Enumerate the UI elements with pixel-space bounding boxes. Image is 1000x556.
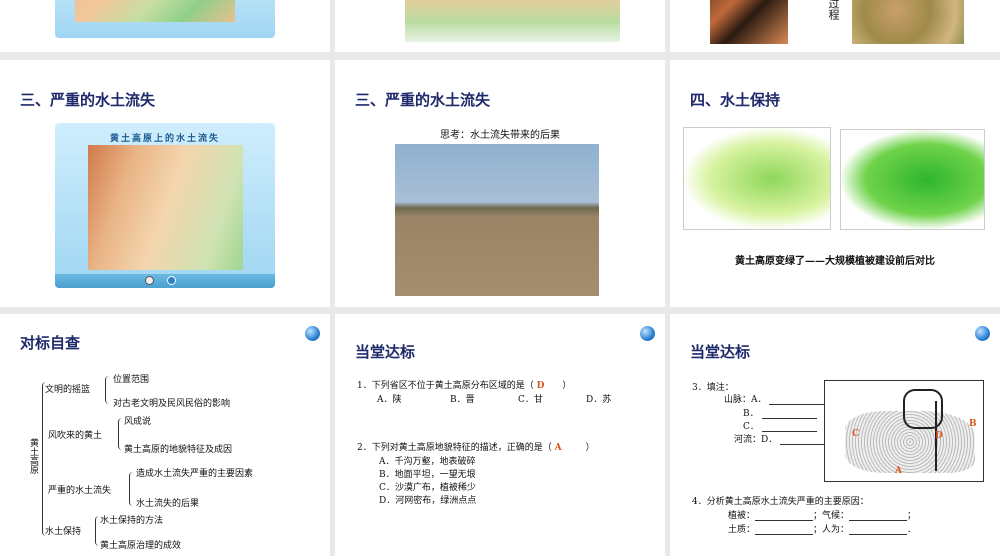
branch-item: 黄土高原治理的成效 [100,541,182,551]
branch-item: 黄土高原的地貌特征及成因 [124,445,233,455]
branch-1: 文明的摇篮 [45,385,91,395]
comparison-caption: 黄土高原变绿了——大规模植被建设前后对比 [735,256,935,267]
next-button[interactable] [167,276,176,285]
branch-2: 风吹来的黄土 [48,431,103,441]
map-label-a: A [895,466,902,476]
tree-root: 黄土高原 [28,438,38,474]
q2-option-c: C．沙漠广布，植被稀少 [379,483,476,493]
photo-caption: 思考：水土流失带来的后果 [440,130,560,141]
map-title: 黄土高原上的水土流失 [109,134,220,144]
slide-title: 对标自查 [20,334,81,352]
slide-thumbnail-3[interactable]: 过程 [670,0,1000,52]
branch-item: 风成说 [124,417,152,427]
slide-thumbnail-7[interactable]: 对标自查 黄土高原 文明的摇篮 位置范围 对古老文明及民风民俗的影响 风吹来的黄… [0,314,330,556]
question-4: 4．分析黄土高原水土流失严重的主要原因： [692,497,869,507]
branch-item: 对古老文明及民风民俗的影响 [113,399,231,409]
branch-4: 水土保持 [45,527,82,537]
q4-row-2: 土质： ；人为：． [728,525,917,535]
question-2: 2．下列对黄土高原地貌特征的描述，正确的是（ A） [357,443,595,453]
q2-option-b: B．地面平坦，一望无垠 [379,470,476,480]
q2-option-a: A．千沟万壑，地表破碎 [379,457,476,467]
vegetation-map-after [840,129,985,230]
globe-icon [975,326,990,341]
map-label-d: D [935,431,943,441]
slide-thumbnail-8[interactable]: 当堂达标 1．下列省区不位于黄土高原分布区域的是（ D） A．陕 B．晋 C．甘… [335,314,665,556]
blank-b: B． [743,406,817,419]
branch-item: 造成水土流失严重的主要因素 [136,469,254,479]
slide-thumbnail-2[interactable] [335,0,665,52]
q1-option-d: D．苏 [586,395,612,405]
globe-icon [305,326,320,341]
eroded-landscape-photo [710,0,788,44]
loess-plateau-outline-map: A B C D [824,380,984,482]
map-label-c: C [852,429,860,439]
slide-thumbnail-6[interactable]: 四、水土保持 黄土高原变绿了——大规模植被建设前后对比 [670,60,1000,307]
question-1: 1．下列省区不位于黄土高原分布区域的是（ D） [357,381,572,391]
slide-title: 四、水土保持 [690,91,781,109]
slide-title: 三、严重的水土流失 [20,91,156,109]
slide-thumbnail-4[interactable]: 三、严重的水土流失 黄土高原上的水土流失 [0,60,330,307]
slide-thumbnail-9[interactable]: 当堂达标 3．填注： 山脉：A． B． C． 河流：D． A B C D 4．分… [670,314,1000,556]
q2-option-d: D．河网密布，绿洲点点 [379,496,477,506]
q4-row-1: 植被： ；气候：； [728,511,917,521]
slide-title: 当堂达标 [355,343,416,361]
branch-item: 水土流失的后果 [136,499,200,509]
vertical-caption: 过程 [827,0,840,20]
slide-thumbnail-5[interactable]: 三、严重的水土流失 思考：水土流失带来的后果 [335,60,665,307]
map-label-b: B [969,419,977,429]
blank-c: C． [743,419,817,432]
vegetation-map-before [683,127,831,230]
soil-erosion-map [88,145,243,270]
slide-thumbnail-1[interactable] [0,0,330,52]
branch-item: 位置范围 [113,375,150,385]
slide-title: 当堂达标 [690,343,751,361]
grazing-land-photo [395,144,599,296]
map-frame-image [55,0,275,38]
slide-title: 三、严重的水土流失 [355,91,491,109]
branch-3: 严重的水土流失 [48,486,112,496]
play-button[interactable] [145,276,154,285]
terraced-landscape-photo [852,0,964,44]
terrain-map-image [405,0,620,42]
blank-d: 河流：D． [734,432,826,445]
soil-erosion-map-frame: 黄土高原上的水土流失 [55,123,275,288]
blank-a: 山脉：A． [724,392,825,405]
q1-option-c: C．甘 [518,395,543,405]
branch-item: 水土保持的方法 [100,516,164,526]
q1-option-b: B．晋 [450,395,475,405]
globe-icon [640,326,655,341]
q1-option-a: A．陕 [377,395,402,405]
